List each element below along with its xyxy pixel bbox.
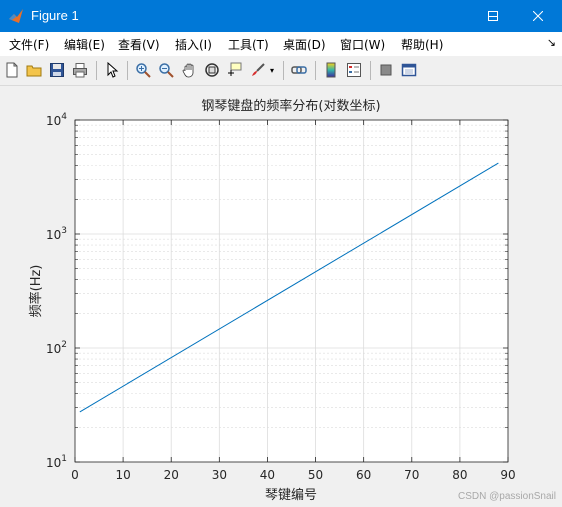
data-cursor-icon[interactable] bbox=[226, 61, 244, 79]
menu-insert[interactable]: 插入(I) bbox=[175, 36, 212, 53]
pan-icon[interactable] bbox=[180, 61, 198, 79]
toolbar: ▾ bbox=[0, 56, 562, 86]
zoom-out-icon[interactable] bbox=[157, 61, 175, 79]
brush-dropdown-icon[interactable]: ▾ bbox=[270, 66, 274, 75]
toolbar-separator bbox=[283, 61, 284, 80]
rotate-3d-icon[interactable] bbox=[203, 61, 221, 79]
save-icon[interactable] bbox=[48, 61, 66, 79]
x-axis-label: 琴键编号 bbox=[265, 488, 317, 503]
x-tick-label: 40 bbox=[260, 468, 275, 482]
menu-file[interactable]: 文件(F) bbox=[9, 36, 49, 53]
x-tick-label: 50 bbox=[308, 468, 323, 482]
matlab-icon bbox=[9, 9, 23, 23]
link-plot-icon[interactable] bbox=[290, 61, 308, 79]
new-figure-icon[interactable] bbox=[3, 61, 21, 79]
zoom-in-icon[interactable] bbox=[134, 61, 152, 79]
x-tick-label: 20 bbox=[164, 468, 179, 482]
open-file-icon[interactable] bbox=[25, 61, 43, 79]
menu-help[interactable]: 帮助(H) bbox=[401, 36, 443, 53]
x-tick-label: 30 bbox=[212, 468, 227, 482]
toolbar-separator bbox=[96, 61, 97, 80]
menu-tools[interactable]: 工具(T) bbox=[228, 36, 269, 53]
brush-icon[interactable] bbox=[249, 61, 267, 79]
show-plot-tools-icon[interactable] bbox=[400, 61, 418, 79]
colorbar-icon[interactable] bbox=[322, 61, 340, 79]
toolbar-separator bbox=[370, 61, 371, 80]
axes-area[interactable] bbox=[75, 120, 508, 462]
x-tick-label: 70 bbox=[404, 468, 419, 482]
y-axis-label: 频率(Hz) bbox=[28, 265, 44, 318]
window-title: Figure 1 bbox=[31, 8, 79, 23]
figure-canvas: 1011021031040 10 20 30 40 50 60 70 80 90 钢琴键盘的频率分… bbox=[0, 86, 562, 507]
toolbar-separator bbox=[315, 61, 316, 80]
x-tick-label: 0 bbox=[71, 468, 79, 482]
print-icon[interactable] bbox=[71, 61, 89, 79]
menu-desktop[interactable]: 桌面(D) bbox=[283, 36, 326, 53]
menu-bar: 文件(F) 编辑(E) 查看(V) 插入(I) 工具(T) 桌面(D) 窗口(W… bbox=[0, 32, 562, 56]
maximize-button[interactable] bbox=[475, 0, 511, 32]
pointer-icon[interactable] bbox=[103, 61, 121, 79]
menu-window[interactable]: 窗口(W) bbox=[340, 36, 385, 53]
x-tick-label: 60 bbox=[356, 468, 371, 482]
toolbar-separator bbox=[127, 61, 128, 80]
x-tick-label: 80 bbox=[452, 468, 467, 482]
watermark: CSDN @passionSnail bbox=[458, 491, 556, 502]
arrow-icon[interactable]: ↘ bbox=[547, 36, 556, 49]
hide-plot-tools-icon[interactable] bbox=[377, 61, 395, 79]
x-tick-label: 10 bbox=[115, 468, 130, 482]
x-tick-label: 90 bbox=[500, 468, 515, 482]
legend-icon[interactable] bbox=[345, 61, 363, 79]
chart-title: 钢琴键盘的频率分布(对数坐标) bbox=[201, 98, 380, 114]
close-icon bbox=[533, 11, 543, 21]
close-button[interactable] bbox=[518, 0, 558, 32]
maximize-icon bbox=[488, 11, 498, 21]
menu-view[interactable]: 查看(V) bbox=[118, 36, 160, 53]
menu-edit[interactable]: 编辑(E) bbox=[64, 36, 105, 53]
